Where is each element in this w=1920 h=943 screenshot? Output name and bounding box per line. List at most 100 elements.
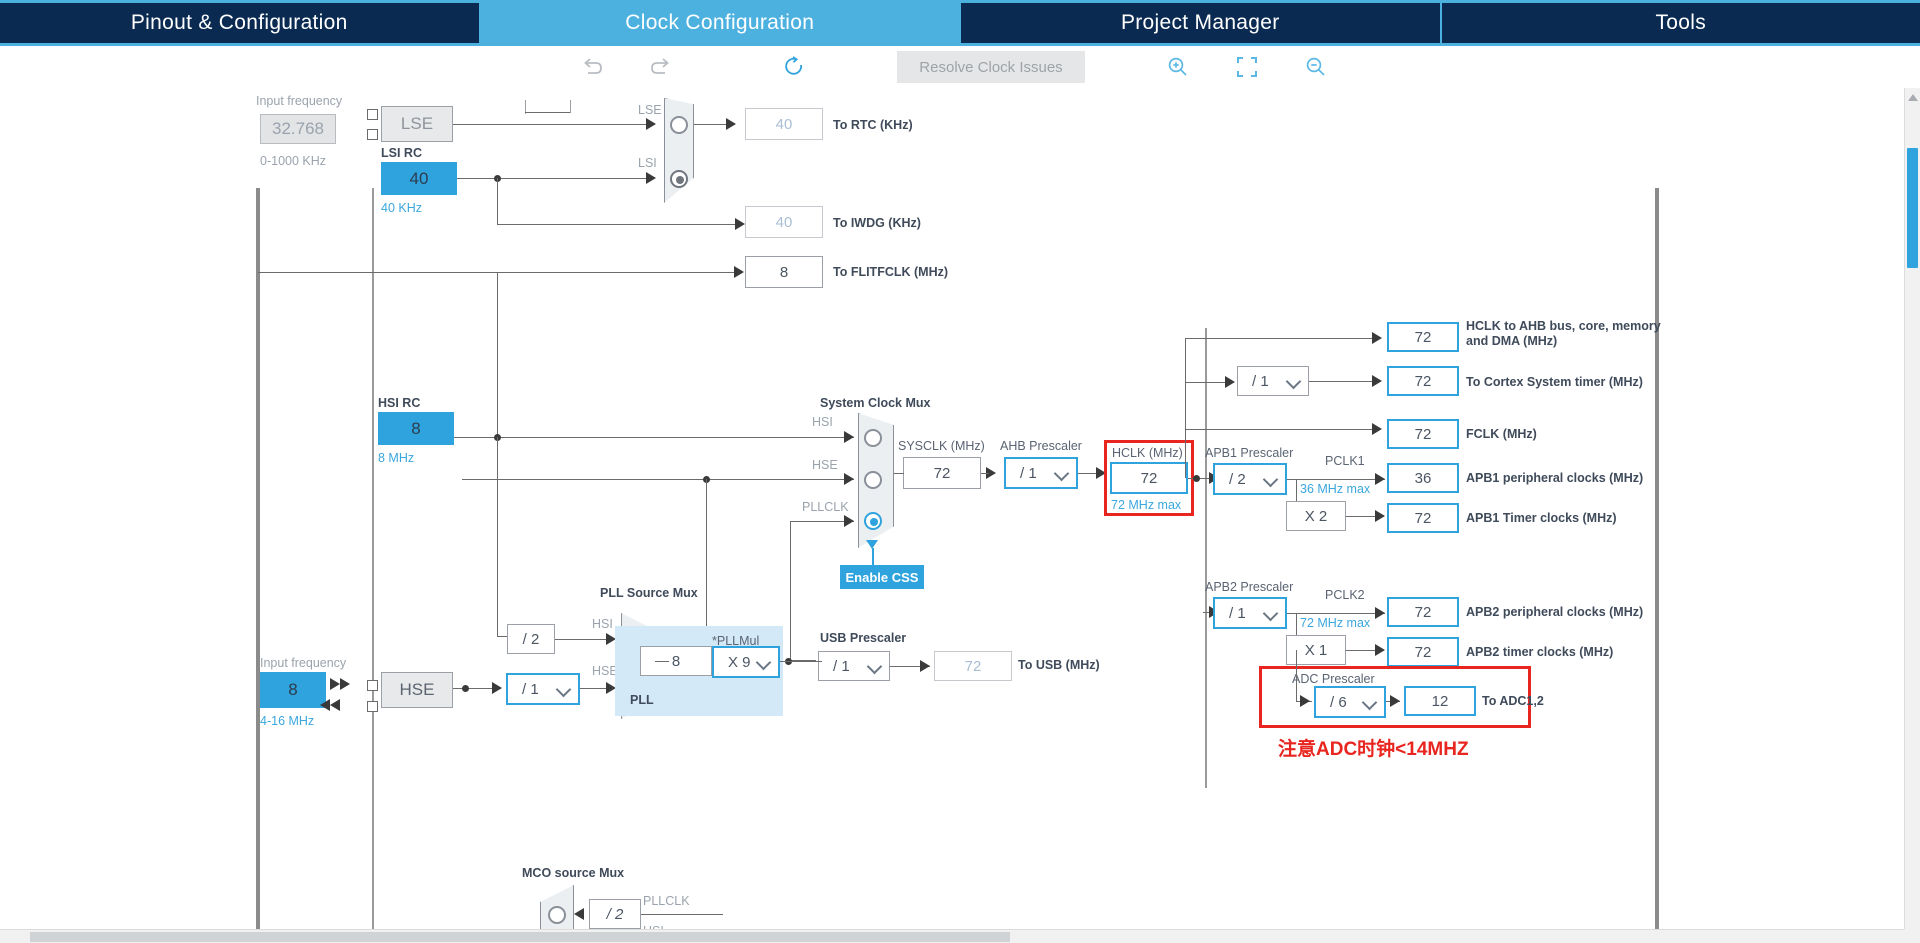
lse-pin-bottom[interactable]	[367, 129, 378, 140]
wire-hse-to-sysclkmux	[462, 479, 854, 480]
cortex-timer-output-field[interactable]: 72	[1387, 366, 1459, 396]
apb2-prescaler-select[interactable]: / 1	[1213, 597, 1287, 629]
apb2-timer-multiplier[interactable]: X 1	[1286, 635, 1346, 665]
pll-title: PLL	[630, 693, 654, 707]
wire-hsi-branch-up	[497, 272, 498, 437]
hse-pin-top[interactable]	[367, 680, 378, 691]
arrow-hse-out-a	[330, 699, 340, 711]
usb-output-field[interactable]: 72	[934, 651, 1012, 681]
lse-crystal-right	[570, 100, 571, 113]
usb-prescaler-select[interactable]: / 1	[818, 651, 890, 681]
arrow-hsi-to-sysclkmux	[844, 431, 854, 443]
mco-mux-option-pllclk[interactable]	[548, 906, 566, 924]
hclk-field[interactable]: 72	[1110, 462, 1188, 494]
reset-icon[interactable]	[780, 52, 810, 82]
lsi-value-field[interactable]: 40	[381, 162, 457, 195]
sysclk-mux-option-pllclk[interactable]	[864, 512, 882, 530]
chevron-down-icon	[1262, 605, 1279, 622]
apb1-peripheral-output-field[interactable]: 36	[1387, 463, 1459, 493]
cortex-system-timer-prescaler-select[interactable]: / 1	[1237, 366, 1309, 396]
canvas-rail-left	[256, 188, 260, 943]
pll-hsi-divider[interactable]: / 2	[507, 624, 555, 654]
tab-project-manager[interactable]: Project Manager	[961, 3, 1442, 43]
enable-css-button[interactable]: Enable CSS	[840, 565, 924, 589]
apb1-timer-output-field[interactable]: 72	[1387, 503, 1459, 533]
apb2-prescaler-label: APB2 Prescaler	[1205, 580, 1294, 594]
apb1-max-label: 36 MHz max	[1300, 482, 1371, 496]
apb2-prescaler-value: / 1	[1229, 604, 1246, 622]
hse-prescaler-select[interactable]: / 1	[506, 673, 580, 705]
cortex-timer-output-label: To Cortex System timer (MHz)	[1466, 375, 1643, 389]
tab-clock-configuration[interactable]: Clock Configuration	[480, 3, 961, 43]
rtc-mux-option-lsi[interactable]	[670, 170, 688, 188]
ahb-prescaler-select[interactable]: / 1	[1004, 457, 1078, 489]
apb2-timer-output-field[interactable]: 72	[1387, 637, 1459, 667]
fclk-output-label: FCLK (MHz)	[1466, 427, 1537, 441]
fclk-output-field[interactable]: 72	[1387, 419, 1459, 449]
hse-input-frequency-field[interactable]: 8	[260, 672, 326, 708]
pllmul-select[interactable]: X 9	[712, 646, 780, 678]
junction-hclk-bus	[1193, 475, 1200, 482]
rtc-output-field[interactable]: 40	[745, 108, 823, 140]
wire-lsi-branch-down	[497, 178, 498, 224]
usb-prescaler-value: / 1	[833, 657, 850, 675]
arrow-hclk-cortex	[1225, 376, 1235, 388]
horizontal-scroll-thumb[interactable]	[30, 932, 1010, 942]
horizontal-scrollbar[interactable]	[0, 929, 1904, 943]
vertical-scrollbar[interactable]	[1904, 88, 1920, 943]
tab-pinout-configuration[interactable]: Pinout & Configuration	[0, 3, 481, 43]
hclk-ahb-bus-output-field[interactable]: 72	[1387, 322, 1459, 352]
adc-warning-annotation: 注意ADC时钟<14MHZ	[1278, 739, 1469, 760]
sysclk-mux-input-hse-label: HSE	[812, 458, 838, 472]
tab-tools[interactable]: Tools	[1441, 3, 1920, 43]
rtc-mux-option-lse[interactable]	[670, 116, 688, 134]
wire-cortex-presc-out	[1309, 381, 1375, 382]
pclk1-label: PCLK1	[1325, 454, 1365, 468]
apb2-peripheral-output-field[interactable]: 72	[1387, 597, 1459, 627]
arrow-hse-to-prescaler	[492, 682, 502, 694]
arrow-hse-in-b	[340, 678, 350, 690]
adc-prescaler-select[interactable]: / 6	[1314, 686, 1386, 718]
mco-pllclk-divider[interactable]: / 2	[589, 899, 641, 929]
iwdg-output-field[interactable]: 40	[745, 206, 823, 238]
pll-source-mux-input-hse-label: HSE	[592, 664, 618, 678]
sysclk-mux-option-hsi[interactable]	[864, 429, 882, 447]
lse-pin-top[interactable]	[367, 109, 378, 120]
wire-css-link	[872, 548, 874, 565]
adc-prescaler-value: / 6	[1330, 693, 1347, 711]
sysclk-mux-option-hse[interactable]	[864, 471, 882, 489]
wire-pllclk-up	[790, 521, 791, 661]
hse-pin-bottom[interactable]	[367, 701, 378, 712]
resolve-clock-issues-button[interactable]: Resolve Clock Issues	[897, 51, 1085, 83]
hse-prescaler-value: / 1	[522, 680, 539, 698]
sysclk-field[interactable]: 72	[903, 457, 981, 489]
rtc-mux-input-lsi-label: LSI	[638, 156, 657, 170]
apb1-prescaler-select[interactable]: / 2	[1213, 463, 1287, 495]
lse-input-frequency-field[interactable]: 32.768	[260, 114, 336, 144]
chevron-down-icon	[1361, 694, 1378, 711]
main-tab-bar: Pinout & Configuration Clock Configurati…	[0, 0, 1920, 46]
iwdg-output-label: To IWDG (KHz)	[833, 216, 921, 230]
scroll-up-icon[interactable]	[1908, 94, 1918, 101]
hsi-value-field[interactable]: 8	[378, 412, 454, 445]
redo-icon[interactable]	[645, 52, 675, 82]
pclk2-label: PCLK2	[1325, 588, 1365, 602]
hclk-ahb-bus-output-label: HCLK to AHB bus, core, memory and DMA (M…	[1466, 319, 1661, 348]
hsi-unit-label: 8 MHz	[378, 451, 415, 465]
adc-output-field[interactable]: 12	[1404, 686, 1476, 716]
flitfclk-output-field[interactable]: 8	[745, 256, 823, 288]
hse-block[interactable]: HSE	[381, 672, 453, 708]
tab-label: Project Manager	[1120, 11, 1280, 34]
wire-pllclk-mco	[641, 914, 723, 915]
pll-input-field[interactable]: 8	[640, 646, 712, 676]
lse-block[interactable]: LSE	[381, 106, 453, 142]
arrow-hse-out-b	[320, 699, 330, 711]
zoom-out-icon[interactable]	[1301, 52, 1331, 82]
wire-hsi-enter-div2	[497, 636, 507, 637]
zoom-in-icon[interactable]	[1163, 52, 1193, 82]
zoom-fit-icon[interactable]	[1232, 52, 1262, 82]
clock-tree-canvas[interactable]: Input frequency 32.768 0-1000 KHz LSE LS…	[0, 88, 1920, 943]
apb1-timer-multiplier[interactable]: X 2	[1286, 501, 1346, 531]
vertical-scroll-thumb[interactable]	[1907, 148, 1918, 268]
undo-icon[interactable]	[578, 52, 608, 82]
